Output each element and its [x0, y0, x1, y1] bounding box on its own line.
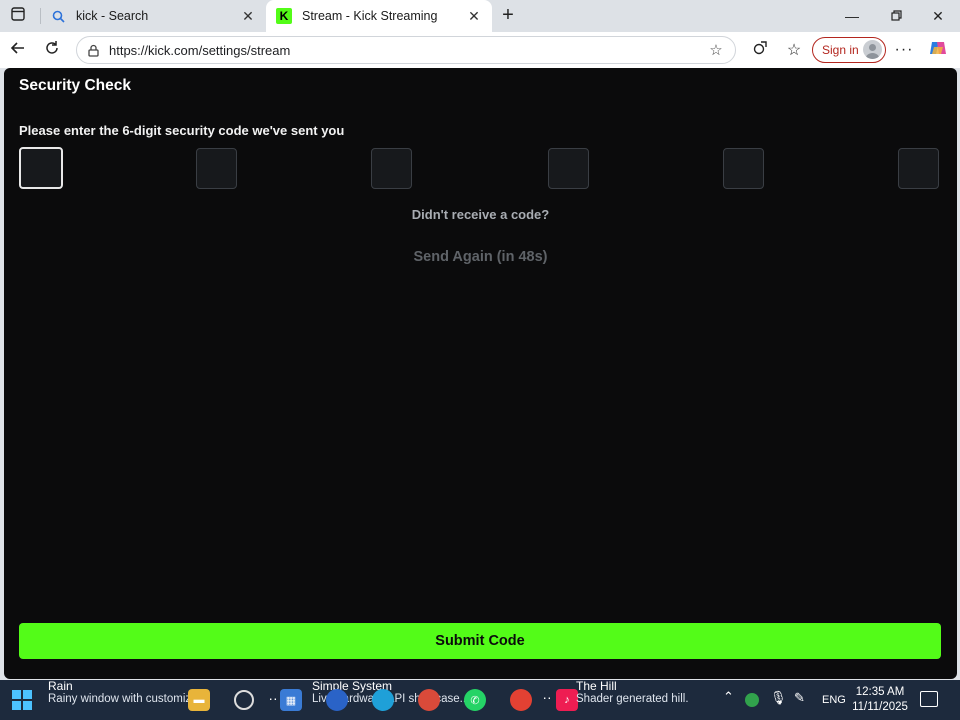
microphone-icon[interactable]: 🎙︎ [770, 690, 787, 706]
app-icon[interactable] [326, 689, 348, 711]
favorites-icon: ☆ [786, 42, 802, 59]
system-clock[interactable]: 12:35 AM 11/11/2025 [848, 685, 912, 715]
refresh-icon [44, 40, 60, 61]
clock-date: 11/11/2025 [852, 701, 908, 713]
restore-icon [890, 8, 902, 24]
code-digit-input-5[interactable] [723, 148, 764, 189]
send-again-button[interactable]: Send Again (in 48s) [4, 249, 957, 265]
back-button[interactable] [6, 38, 30, 62]
arrow-left-icon [10, 40, 26, 61]
more-options-button[interactable]: ··· [892, 38, 916, 62]
network-app-icon[interactable] [745, 693, 759, 707]
no-code-text: Didn't receive a code? [411, 207, 550, 222]
chevron-up-icon[interactable]: ⌃ [723, 689, 734, 705]
site-info-icon[interactable] [85, 42, 101, 58]
chrome-icon[interactable] [510, 689, 532, 711]
clock-time: 12:35 AM [855, 686, 905, 698]
widget-title: The Hill [576, 679, 617, 693]
extensions-button[interactable] [748, 38, 772, 62]
sign-in-button[interactable]: Sign in [812, 37, 886, 63]
close-tab-icon[interactable]: ✕ [466, 8, 482, 24]
sign-in-label: Sign in [822, 43, 859, 57]
copilot-icon [928, 38, 948, 63]
widget-subtitle[interactable]: Rainy window with customiz... [48, 693, 201, 705]
code-digit-input-3[interactable] [371, 148, 412, 189]
file-explorer-icon[interactable]: ▬ [188, 689, 210, 711]
edge-browser-icon[interactable] [372, 689, 394, 711]
tab-strip: kick - Search ✕ K Stream - Kick Streamin… [0, 0, 960, 32]
tiktok-icon[interactable]: ♪ [556, 689, 578, 711]
tab-title: Stream - Kick Streaming [302, 9, 438, 23]
browser-toolbar: https://kick.com/settings/stream ☆ ☆ Sig… [0, 32, 960, 68]
language-indicator[interactable]: ENG [822, 694, 846, 706]
tab-actions-button[interactable] [8, 6, 28, 26]
pen-icon[interactable]: ✎ [794, 690, 805, 706]
security-check-page: Security Check Please enter the 6-digit … [4, 68, 957, 679]
widget-title: Rain [48, 679, 73, 693]
code-digit-input-4[interactable] [548, 148, 589, 189]
widget-subtitle[interactable]: Shader generated hill. [576, 693, 689, 705]
close-window-button[interactable]: ✕ [916, 0, 960, 32]
close-icon: ✕ [932, 7, 944, 24]
code-prompt: Please enter the 6-digit security code w… [19, 123, 345, 138]
favorites-button[interactable]: ☆ [782, 38, 806, 62]
restore-button[interactable] [874, 0, 918, 32]
tab-kick-stream[interactable]: K Stream - Kick Streaming ✕ [266, 0, 492, 32]
browser-window: kick - Search ✕ K Stream - Kick Streamin… [0, 0, 960, 720]
start-button[interactable] [12, 690, 32, 710]
search-icon [50, 8, 66, 24]
notification-icon[interactable] [920, 691, 938, 707]
kick-logo-icon: K [276, 8, 292, 24]
address-bar[interactable]: https://kick.com/settings/stream ☆ [76, 36, 736, 64]
whatsapp-icon[interactable]: ✆ [464, 689, 486, 711]
refresh-button[interactable] [40, 38, 64, 62]
code-digit-input-2[interactable] [196, 148, 237, 189]
new-tab-button[interactable]: + [498, 3, 518, 26]
copilot-button[interactable] [926, 38, 950, 62]
submit-code-button[interactable]: Submit Code [19, 623, 941, 659]
code-digit-input-6[interactable] [898, 148, 939, 189]
url-text: https://kick.com/settings/stream [109, 42, 291, 58]
clock-app-icon[interactable] [234, 690, 254, 710]
minimize-button[interactable]: — [830, 0, 874, 32]
tab-search[interactable]: kick - Search ✕ [40, 0, 266, 32]
plus-icon: + [502, 3, 514, 26]
favorite-star-icon[interactable]: ☆ [707, 41, 725, 59]
tab-actions-icon [11, 6, 25, 26]
more-dots-icon[interactable]: ·· [536, 686, 558, 708]
store-icon[interactable]: ▦ [280, 689, 302, 711]
tab-title: kick - Search [76, 9, 149, 23]
avatar [863, 40, 882, 59]
close-tab-icon[interactable]: ✕ [240, 8, 256, 24]
code-digit-input-1[interactable] [19, 147, 63, 189]
extensions-icon [752, 40, 768, 61]
color-app-icon[interactable] [418, 689, 440, 711]
more-horizontal-icon: ··· [894, 41, 914, 58]
taskbar: Rain Rainy window with customiz... ▬ ·· … [0, 679, 960, 720]
minimize-icon: — [845, 8, 859, 24]
page-title: Security Check [19, 77, 131, 94]
